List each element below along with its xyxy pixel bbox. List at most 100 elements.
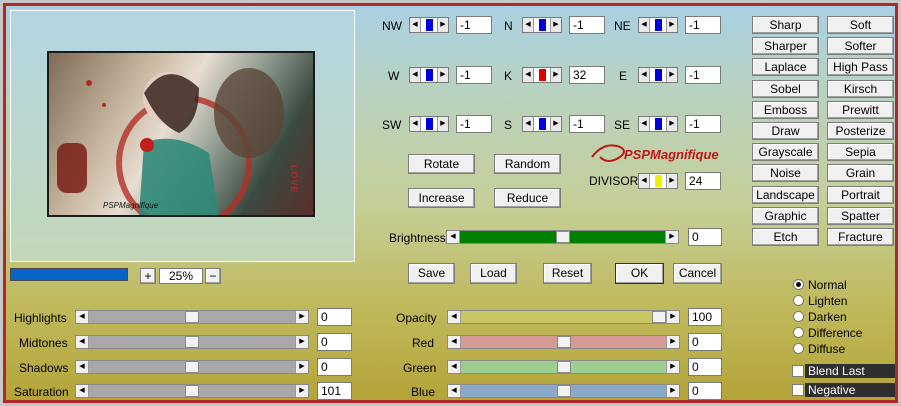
- opacity-slider[interactable]: ◀ ▶: [447, 310, 680, 324]
- preset-high-pass-button[interactable]: High Pass: [827, 58, 894, 76]
- normal-radio[interactable]: [793, 279, 804, 290]
- slider-thumb[interactable]: [185, 385, 199, 397]
- arrow-left-icon[interactable]: ◀: [410, 18, 421, 32]
- arrow-left-icon[interactable]: ◀: [76, 385, 89, 397]
- arrow-left-icon[interactable]: ◀: [76, 311, 89, 323]
- darken-label[interactable]: Darken: [808, 310, 847, 324]
- negative-label[interactable]: Negative: [805, 383, 895, 397]
- preset-sobel-button[interactable]: Sobel: [752, 80, 819, 98]
- shadows-slider[interactable]: ◀ ▶: [75, 360, 309, 374]
- lighten-label[interactable]: Lighten: [808, 294, 847, 308]
- spinner-thumb[interactable]: [539, 19, 546, 31]
- n-value[interactable]: -1: [569, 16, 605, 34]
- preset-grayscale-button[interactable]: Grayscale: [752, 143, 819, 161]
- slider-thumb[interactable]: [185, 361, 199, 373]
- e-value[interactable]: -1: [685, 66, 721, 84]
- slider-thumb[interactable]: [652, 311, 666, 323]
- slider-thumb[interactable]: [557, 361, 571, 373]
- arrow-right-icon[interactable]: ▶: [665, 231, 678, 243]
- zoom-out-button[interactable]: −: [205, 268, 221, 284]
- arrow-right-icon[interactable]: ▶: [437, 68, 448, 82]
- arrow-left-icon[interactable]: ◀: [448, 311, 461, 323]
- arrow-left-icon[interactable]: ◀: [448, 336, 461, 348]
- k-value[interactable]: 32: [569, 66, 605, 84]
- arrow-right-icon[interactable]: ▶: [295, 336, 308, 348]
- arrow-left-icon[interactable]: ◀: [639, 117, 650, 131]
- arrow-right-icon[interactable]: ▶: [666, 311, 679, 323]
- difference-label[interactable]: Difference: [808, 326, 862, 340]
- arrow-left-icon[interactable]: ◀: [639, 68, 650, 82]
- spinner-thumb[interactable]: [655, 175, 662, 187]
- preset-sepia-button[interactable]: Sepia: [827, 143, 894, 161]
- diffuse-label[interactable]: Diffuse: [808, 342, 845, 356]
- ne-spinner[interactable]: ◀ ▶: [638, 17, 678, 33]
- arrow-right-icon[interactable]: ▶: [550, 68, 561, 82]
- preset-laplace-button[interactable]: Laplace: [752, 58, 819, 76]
- green-slider[interactable]: ◀ ▶: [447, 360, 680, 374]
- preset-draw-button[interactable]: Draw: [752, 122, 819, 140]
- brightness-value[interactable]: 0: [688, 228, 722, 246]
- slider-track[interactable]: [461, 311, 666, 323]
- arrow-right-icon[interactable]: ▶: [295, 311, 308, 323]
- slider-thumb[interactable]: [557, 385, 571, 397]
- preset-graphic-button[interactable]: Graphic: [752, 207, 819, 225]
- preset-landscape-button[interactable]: Landscape: [752, 186, 819, 204]
- reset-button[interactable]: Reset: [543, 263, 592, 284]
- arrow-left-icon[interactable]: ◀: [448, 361, 461, 373]
- saturation-value[interactable]: 101: [317, 382, 352, 400]
- preset-grain-button[interactable]: Grain: [827, 164, 894, 182]
- arrow-right-icon[interactable]: ▶: [437, 18, 448, 32]
- arrow-left-icon[interactable]: ◀: [523, 117, 534, 131]
- k-spinner[interactable]: ◀ ▶: [522, 67, 562, 83]
- slider-thumb[interactable]: [185, 311, 199, 323]
- cancel-button[interactable]: Cancel: [673, 263, 722, 284]
- spinner-thumb[interactable]: [426, 69, 433, 81]
- load-button[interactable]: Load: [470, 263, 517, 284]
- highlights-value[interactable]: 0: [317, 308, 352, 326]
- shadows-value[interactable]: 0: [317, 358, 352, 376]
- arrow-left-icon[interactable]: ◀: [76, 336, 89, 348]
- s-spinner[interactable]: ◀ ▶: [522, 116, 562, 132]
- spinner-thumb[interactable]: [655, 19, 662, 31]
- midtones-value[interactable]: 0: [317, 333, 352, 351]
- preset-emboss-button[interactable]: Emboss: [752, 101, 819, 119]
- arrow-right-icon[interactable]: ▶: [666, 174, 677, 188]
- preset-prewitt-button[interactable]: Prewitt: [827, 101, 894, 119]
- red-value[interactable]: 0: [688, 333, 722, 351]
- arrow-right-icon[interactable]: ▶: [550, 117, 561, 131]
- arrow-left-icon[interactable]: ◀: [76, 361, 89, 373]
- nw-value[interactable]: -1: [456, 16, 492, 34]
- spinner-thumb[interactable]: [426, 118, 433, 130]
- difference-radio[interactable]: [793, 327, 804, 338]
- preset-spatter-button[interactable]: Spatter: [827, 207, 894, 225]
- arrow-left-icon[interactable]: ◀: [447, 231, 460, 243]
- arrow-left-icon[interactable]: ◀: [410, 68, 421, 82]
- preset-soft-button[interactable]: Soft: [827, 16, 894, 34]
- zoom-in-button[interactable]: +: [140, 268, 156, 284]
- spinner-thumb[interactable]: [539, 118, 546, 130]
- ne-value[interactable]: -1: [685, 16, 721, 34]
- spinner-thumb[interactable]: [539, 69, 546, 81]
- n-spinner[interactable]: ◀ ▶: [522, 17, 562, 33]
- blue-slider[interactable]: ◀ ▶: [447, 384, 680, 398]
- preset-portrait-button[interactable]: Portrait: [827, 186, 894, 204]
- s-value[interactable]: -1: [569, 115, 605, 133]
- arrow-left-icon[interactable]: ◀: [410, 117, 421, 131]
- zoom-level[interactable]: 25%: [159, 268, 203, 284]
- random-button[interactable]: Random: [494, 154, 561, 174]
- diffuse-radio[interactable]: [793, 343, 804, 354]
- brightness-slider[interactable]: ◀ ▶: [446, 230, 679, 244]
- spinner-thumb[interactable]: [655, 69, 662, 81]
- slider-thumb[interactable]: [185, 336, 199, 348]
- blend-last-checkbox[interactable]: [792, 365, 804, 377]
- arrow-right-icon[interactable]: ▶: [666, 336, 679, 348]
- arrow-right-icon[interactable]: ▶: [550, 18, 561, 32]
- reduce-button[interactable]: Reduce: [494, 188, 561, 208]
- spinner-thumb[interactable]: [655, 118, 662, 130]
- slider-thumb[interactable]: [557, 336, 571, 348]
- w-spinner[interactable]: ◀ ▶: [409, 67, 449, 83]
- se-spinner[interactable]: ◀ ▶: [638, 116, 678, 132]
- rotate-button[interactable]: Rotate: [408, 154, 475, 174]
- arrow-left-icon[interactable]: ◀: [448, 385, 461, 397]
- spinner-thumb[interactable]: [426, 19, 433, 31]
